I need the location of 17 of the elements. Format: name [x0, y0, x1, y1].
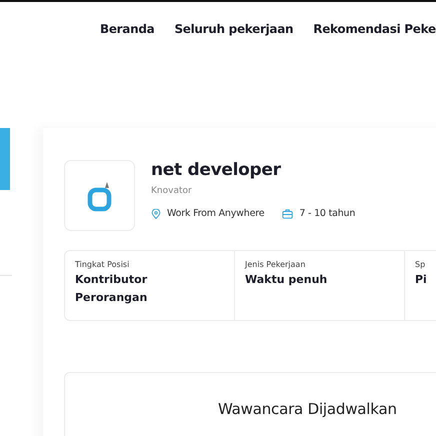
detail-value: Kontributor Perorangan: [75, 272, 148, 306]
nav-link[interactable]: Seluruh pekerjaan: [174, 22, 294, 42]
detail-value: Waktu penuh: [245, 272, 328, 288]
job-title: net developer: [151, 160, 282, 180]
sidebar-tab[interactable]: [0, 128, 10, 190]
experience-text: 7 - 10 tahun: [299, 208, 356, 219]
nav-link[interactable]: Beranda: [100, 22, 154, 42]
status-title: Wawancara Dijadwalkan: [218, 400, 397, 418]
location-text: Work From Anywhere: [167, 208, 264, 219]
detail-label: Sp: [415, 260, 426, 269]
detail-label: Jenis Pekerjaan: [245, 260, 306, 269]
nav-link[interactable]: Rekomendasi Peke: [313, 22, 436, 42]
briefcase-icon: [282, 208, 294, 218]
location-pin-icon: [151, 208, 161, 218]
detail-label: Tingkat Posisi: [75, 260, 130, 269]
company-name: Knovator: [151, 186, 193, 196]
detail-value: Pi: [415, 272, 428, 288]
